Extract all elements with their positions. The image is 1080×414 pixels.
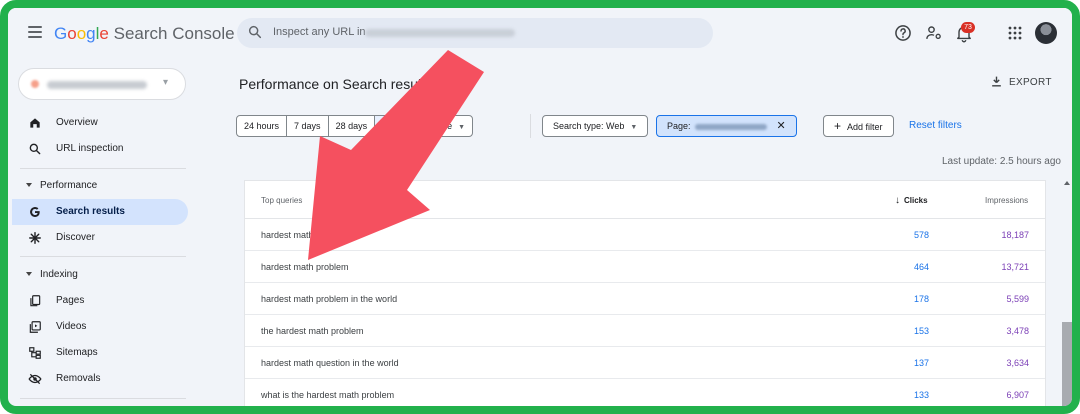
page-title: Performance on Search results bbox=[239, 76, 432, 92]
date-range-selector: 24 hours 7 days 28 days ✓ 3 More ▼ bbox=[236, 115, 474, 137]
sidebar-item-overview[interactable]: Overview bbox=[12, 110, 188, 136]
help-icon[interactable] bbox=[893, 23, 913, 43]
query-cell: hardest math question in the world bbox=[261, 358, 399, 368]
video-icon bbox=[29, 321, 41, 333]
url-inspect-search[interactable]: Inspect any URL in bbox=[237, 18, 713, 48]
notifications-badge: 73 bbox=[961, 22, 975, 33]
sidebar: ▾ Overview URL inspection Performance Se… bbox=[8, 60, 196, 406]
export-button[interactable]: EXPORT bbox=[990, 75, 1052, 88]
sidebar-item-sitemaps[interactable]: Sitemaps bbox=[12, 340, 188, 366]
redacted-property-url bbox=[365, 29, 515, 37]
chevron-down-icon: ▾ bbox=[163, 77, 169, 88]
query-cell: hardest math problem in the world bbox=[261, 294, 398, 304]
vertical-scrollbar-thumb[interactable] bbox=[1062, 322, 1072, 406]
sidebar-item-pages[interactable]: Pages bbox=[12, 288, 188, 314]
scroll-up-arrow-icon[interactable] bbox=[1064, 181, 1070, 185]
clicks-cell: 133 bbox=[913, 390, 929, 400]
redacted-page-url bbox=[694, 123, 767, 130]
sidebar-item-discover[interactable]: Discover bbox=[12, 225, 188, 251]
query-cell: hardest math question bbox=[261, 230, 351, 240]
top-bar: Google Search Console Inspect any URL in… bbox=[8, 8, 1072, 60]
impressions-cell: 18,187 bbox=[1001, 230, 1029, 240]
sidebar-section-indexing[interactable]: Indexing bbox=[26, 269, 78, 280]
sidebar-item-videos[interactable]: Videos bbox=[12, 314, 188, 340]
reset-filters-link[interactable]: Reset filters bbox=[909, 120, 962, 131]
table-row[interactable]: what is the hardest math problem 133 6,907 bbox=[245, 379, 1045, 406]
add-filter-button[interactable]: + Add filter bbox=[823, 115, 894, 137]
clicks-cell: 153 bbox=[913, 326, 929, 336]
impressions-cell: 3,634 bbox=[1006, 358, 1029, 368]
table-row[interactable]: hardest math question 578 18,187 bbox=[245, 219, 1045, 251]
column-header-impressions[interactable]: Impressions bbox=[985, 196, 1028, 205]
toolbar-divider bbox=[530, 114, 531, 138]
redacted-property-name bbox=[47, 81, 147, 89]
date-range-3-months[interactable]: ✓ 3 bbox=[375, 116, 406, 136]
query-cell: the hardest math problem bbox=[261, 326, 364, 336]
screenshot-frame: Google Search Console Inspect any URL in… bbox=[0, 0, 1080, 414]
last-update-text: Last update: 2.5 hours ago bbox=[942, 156, 1061, 167]
date-range-24-hours[interactable]: 24 hours bbox=[237, 116, 288, 136]
main-content: Performance on Search results EXPORT 24 … bbox=[196, 60, 1072, 406]
caret-down-icon bbox=[26, 183, 32, 188]
impressions-cell: 3,478 bbox=[1006, 326, 1029, 336]
clicks-cell: 178 bbox=[913, 294, 929, 304]
table-row[interactable]: hardest math problem in the world 178 5,59… bbox=[245, 283, 1045, 315]
queries-table: Top queries ↓ Clicks Impressions hardest … bbox=[244, 180, 1046, 406]
menu-icon[interactable] bbox=[28, 26, 42, 38]
sitemap-icon bbox=[29, 347, 41, 359]
sidebar-section-performance[interactable]: Performance bbox=[26, 180, 97, 191]
removals-icon bbox=[28, 373, 42, 385]
close-icon[interactable]: ✕ bbox=[777, 120, 786, 132]
column-header-clicks[interactable]: ↓ Clicks bbox=[895, 195, 928, 206]
property-selector[interactable]: ▾ bbox=[18, 68, 186, 100]
query-cell: hardest math problem bbox=[261, 262, 349, 272]
query-cell: what is the hardest math problem bbox=[261, 390, 395, 400]
clicks-cell: 137 bbox=[913, 358, 929, 368]
date-range-7-days[interactable]: 7 days bbox=[287, 116, 329, 136]
sidebar-divider bbox=[20, 256, 186, 257]
plus-icon: + bbox=[834, 119, 842, 133]
page-filter-chip[interactable]: Page: ✕ bbox=[656, 115, 797, 137]
clicks-cell: 578 bbox=[913, 230, 929, 240]
table-row[interactable]: hardest math question in the world 137 3,6… bbox=[245, 347, 1045, 379]
pages-icon bbox=[30, 295, 41, 307]
table-header: Top queries ↓ Clicks Impressions bbox=[245, 181, 1045, 219]
sidebar-divider bbox=[20, 398, 186, 399]
date-range-more[interactable]: More ▼ bbox=[406, 116, 472, 136]
sort-down-arrow-icon: ↓ bbox=[895, 195, 900, 206]
caret-down-icon bbox=[26, 272, 32, 277]
google-g-icon bbox=[30, 207, 40, 217]
column-header-queries[interactable]: Top queries bbox=[261, 196, 302, 205]
sidebar-divider bbox=[20, 168, 186, 169]
download-icon bbox=[992, 76, 1001, 87]
table-row[interactable]: the hardest math problem 153 3,478 bbox=[245, 315, 1045, 347]
impressions-cell: 13,721 bbox=[1001, 262, 1029, 272]
search-icon bbox=[29, 143, 41, 155]
clicks-cell: 464 bbox=[913, 262, 929, 272]
home-icon bbox=[30, 118, 40, 128]
date-range-28-days[interactable]: 28 days bbox=[329, 116, 376, 136]
search-placeholder: Inspect any URL in bbox=[273, 26, 366, 38]
impressions-cell: 6,907 bbox=[1006, 390, 1029, 400]
account-avatar[interactable] bbox=[1035, 22, 1057, 44]
dropdown-arrow-icon: ▼ bbox=[458, 124, 466, 131]
sidebar-item-removals[interactable]: Removals bbox=[12, 366, 188, 392]
apps-grid-icon[interactable] bbox=[1005, 23, 1025, 43]
dropdown-arrow-icon: ▼ bbox=[630, 124, 638, 131]
table-row[interactable]: hardest math problem 464 13,721 bbox=[245, 251, 1045, 283]
check-icon: ✓ bbox=[382, 121, 390, 131]
search-icon bbox=[248, 25, 262, 39]
app-logo[interactable]: Google Search Console bbox=[54, 24, 235, 44]
manage-users-icon[interactable] bbox=[924, 23, 944, 43]
sidebar-item-search-results[interactable]: Search results bbox=[12, 199, 188, 225]
impressions-cell: 5,599 bbox=[1006, 294, 1029, 304]
property-favicon bbox=[31, 80, 39, 88]
product-name: Search Console bbox=[113, 24, 235, 43]
asterisk-icon bbox=[29, 232, 41, 244]
search-type-filter[interactable]: Search type: Web ▼ bbox=[542, 115, 649, 137]
sidebar-item-url-inspection[interactable]: URL inspection bbox=[12, 136, 188, 162]
